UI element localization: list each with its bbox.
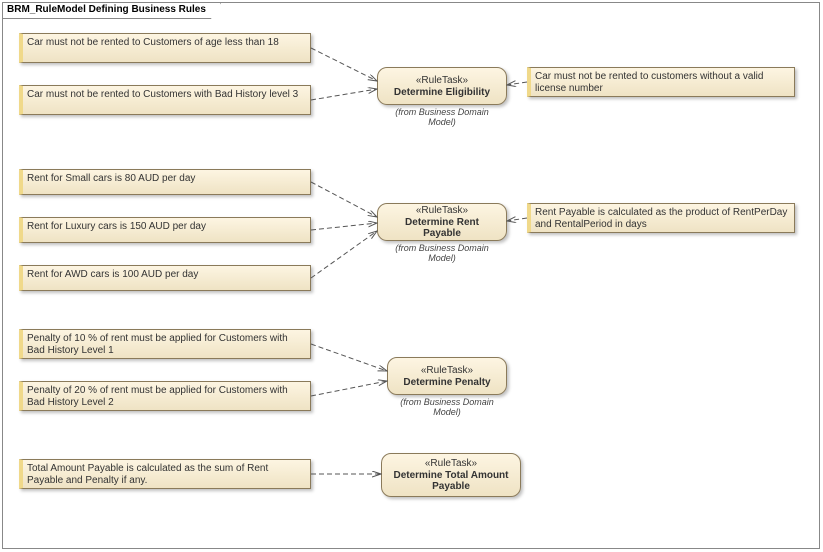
rule-note-age18: Car must not be rented to Customers of a… (19, 33, 311, 63)
rule-note-small: Rent for Small cars is 80 AUD per day (19, 169, 311, 195)
ruletask-total: «RuleTask» Determine Total Amount Payabl… (381, 453, 521, 497)
frame-title: BRM_RuleModel Defining Business Rules (3, 3, 221, 19)
ruletask-name: Determine Penalty (403, 377, 490, 388)
rule-note-rentcalc: Rent Payable is calculated as the produc… (527, 203, 795, 233)
diagram-frame: BRM_RuleModel Defining Business Rules Ca… (2, 2, 820, 549)
rule-note-luxury: Rent for Luxury cars is 150 AUD per day (19, 217, 311, 243)
ruletask-eligibility: «RuleTask» Determine Eligibility (377, 67, 507, 105)
ruletask-penalty: «RuleTask» Determine Penalty (387, 357, 507, 395)
ruletask-name: Determine Total Amount Payable (390, 470, 512, 492)
rule-note-totalcalc: Total Amount Payable is calculated as th… (19, 459, 311, 489)
ruletask-rent: «RuleTask» Determine Rent Payable (377, 203, 507, 241)
from-label-rent: (from Business Domain Model) (382, 243, 502, 263)
rule-note-penalty1: Penalty of 10 % of rent must be applied … (19, 329, 311, 359)
ruletask-name: Determine Eligibility (394, 87, 490, 98)
rule-note-penalty2: Penalty of 20 % of rent must be applied … (19, 381, 311, 411)
from-label-eligibility: (from Business Domain Model) (382, 107, 502, 127)
ruletask-name: Determine Rent Payable (386, 217, 498, 239)
rule-note-badhist3: Car must not be rented to Customers with… (19, 85, 311, 115)
rule-note-license: Car must not be rented to customers with… (527, 67, 795, 97)
from-label-penalty: (from Business Domain Model) (387, 397, 507, 417)
stereotype-label: «RuleTask» (416, 205, 468, 216)
stereotype-label: «RuleTask» (416, 75, 468, 86)
rule-note-awd: Rent for AWD cars is 100 AUD per day (19, 265, 311, 291)
stereotype-label: «RuleTask» (425, 458, 477, 469)
stereotype-label: «RuleTask» (421, 365, 473, 376)
